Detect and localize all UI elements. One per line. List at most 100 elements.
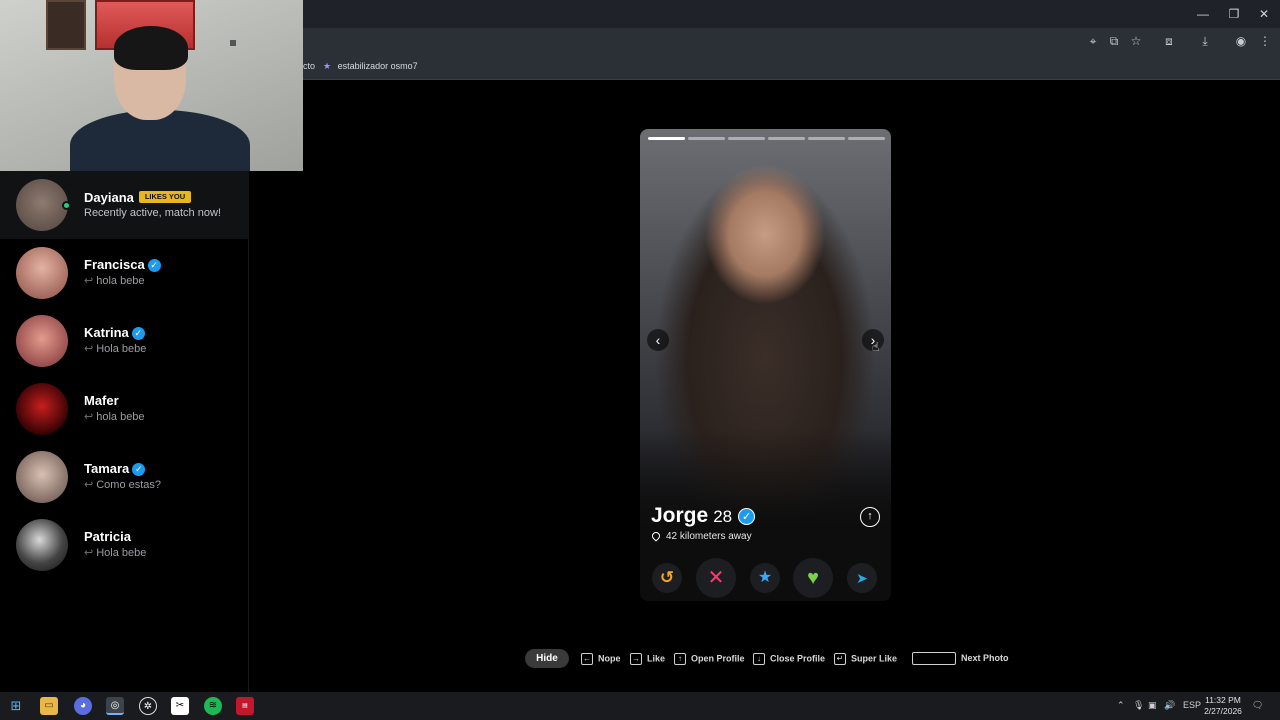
match-name: Katrina bbox=[84, 325, 129, 340]
reply-icon: ↩ bbox=[84, 275, 94, 287]
download-icon[interactable]: ⤓ bbox=[1197, 33, 1213, 49]
minimize-icon[interactable]: — bbox=[1194, 5, 1212, 23]
windows-taskbar bbox=[0, 692, 1280, 720]
language-indicator[interactable]: ESP bbox=[1183, 700, 1201, 710]
webcam-overlay bbox=[0, 0, 303, 171]
up-arrow-key-icon: ↑ bbox=[674, 653, 686, 665]
match-last-message: ↩ Como estas? bbox=[84, 478, 161, 491]
match-name-row: Katrina ✓ bbox=[84, 325, 145, 341]
verified-icon: ✓ bbox=[147, 259, 161, 273]
extensions-icon[interactable]: ⧈ bbox=[1161, 33, 1177, 49]
boost-button[interactable]: ➤ bbox=[847, 563, 877, 593]
microphone-icon[interactable]: 🎙 bbox=[1133, 700, 1144, 711]
verified-icon: ✓ bbox=[131, 327, 145, 341]
reply-icon: ↩ bbox=[84, 411, 94, 423]
nope-icon: ✕ bbox=[707, 567, 725, 589]
nope-button[interactable]: ✕ bbox=[696, 558, 736, 598]
match-item-katrina[interactable]: Katrina ✓ ↩ Hola bebe bbox=[0, 307, 249, 375]
match-item-patricia[interactable]: Patricia ↩ Hola bebe bbox=[0, 511, 249, 579]
avatar bbox=[16, 519, 68, 571]
windows-start-icon[interactable]: ⊞ bbox=[7, 697, 25, 715]
hide-shortcuts-button[interactable]: Hide bbox=[525, 649, 569, 668]
like-button[interactable]: ♥ bbox=[793, 558, 833, 598]
notifications-icon[interactable]: 🗨 bbox=[1252, 700, 1263, 711]
left-arrow-key-icon: ← bbox=[581, 653, 593, 665]
enter-key-icon: ↵ bbox=[834, 653, 846, 665]
tray-chevron-icon[interactable]: ⌃ bbox=[1117, 700, 1125, 711]
clock-time: 11:32 PM bbox=[1205, 695, 1241, 705]
shortcut-label: Like bbox=[647, 653, 666, 664]
open-profile-button[interactable]: ↑ bbox=[860, 507, 880, 527]
send-icon: ➤ bbox=[856, 570, 868, 586]
match-item-dayiana[interactable]: Dayiana LIKES YOU Recently active, match… bbox=[0, 171, 249, 239]
bookmark-item[interactable]: ★ estabilizador osmo7 bbox=[323, 61, 418, 72]
match-name-row: Tamara ✓ bbox=[84, 461, 146, 477]
rewind-button[interactable]: ↺ bbox=[652, 563, 682, 593]
voicemeeter-icon[interactable]: ▤ bbox=[236, 697, 254, 715]
mouse-cursor-icon: ☝ bbox=[872, 340, 880, 354]
network-icon[interactable]: ▣ bbox=[1148, 700, 1157, 711]
person-hair bbox=[114, 26, 188, 70]
reply-icon: ↩ bbox=[84, 547, 94, 559]
avatar bbox=[16, 179, 68, 231]
menu-icon[interactable]: ⋮ bbox=[1257, 33, 1273, 49]
shortcut-label: Nope bbox=[598, 653, 621, 664]
capcut-icon[interactable]: ✂ bbox=[171, 697, 189, 715]
match-name: Francisca bbox=[84, 257, 145, 272]
shortcut-label: Close Profile bbox=[770, 653, 826, 664]
photo-progress-segment bbox=[688, 137, 725, 140]
install-icon[interactable]: ⧉ bbox=[1106, 33, 1122, 49]
shortcut-close-profile: ↓ Close Profile bbox=[753, 653, 825, 665]
location-pin-icon bbox=[650, 530, 662, 543]
discord-icon[interactable]: ◕ bbox=[74, 697, 92, 715]
chrome-icon[interactable]: ◎ bbox=[106, 697, 124, 715]
shortcut-like: → Like bbox=[630, 653, 665, 665]
distance-text: 42 kilometers away bbox=[666, 531, 752, 542]
down-arrow-key-icon: ↓ bbox=[753, 653, 765, 665]
photo-progress-segment bbox=[768, 137, 805, 140]
match-last-message: ↩ hola bebe bbox=[84, 410, 145, 423]
photo-progress-segment bbox=[808, 137, 845, 140]
close-icon[interactable]: ✕ bbox=[1255, 5, 1273, 23]
match-item-francisca[interactable]: Francisca ✓ ↩ hola bebe bbox=[0, 239, 249, 307]
system-clock[interactable]: 11:32 PM 2/27/2026 bbox=[1200, 695, 1246, 717]
message-text: Hola bebe bbox=[96, 547, 147, 559]
profile-distance: 42 kilometers away bbox=[650, 530, 752, 543]
space-key-icon bbox=[912, 652, 956, 665]
shortcut-open-profile: ↑ Open Profile bbox=[674, 653, 745, 665]
shortcut-nope: ← Nope bbox=[581, 653, 621, 665]
previous-photo-icon[interactable]: ‹ bbox=[647, 329, 669, 351]
match-item-tamara[interactable]: Tamara ✓ ↩ Como estas? bbox=[0, 443, 249, 511]
match-name: Patricia bbox=[84, 529, 131, 544]
shortcut-super-like: ↵ Super Like bbox=[834, 653, 897, 665]
heart-icon: ♥ bbox=[807, 567, 819, 589]
profile-avatar-icon[interactable]: ◉ bbox=[1233, 33, 1249, 49]
reply-icon: ↩ bbox=[84, 479, 94, 491]
match-last-message: ↩ Hola bebe bbox=[84, 546, 146, 559]
profile-name: Jorge bbox=[651, 504, 709, 527]
verified-icon: ✓ bbox=[132, 463, 146, 477]
super-like-button[interactable]: ★ bbox=[750, 563, 780, 593]
bookmark-star-icon[interactable]: ☆ bbox=[1128, 33, 1144, 49]
restore-icon[interactable]: ❐ bbox=[1225, 5, 1243, 23]
spotify-icon[interactable]: ≋ bbox=[204, 697, 222, 715]
verified-icon: ✓ bbox=[738, 507, 756, 525]
match-subtext: Recently active, match now! bbox=[84, 207, 221, 219]
match-last-message: ↩ Hola bebe bbox=[84, 342, 146, 355]
file-explorer-icon[interactable]: ▭ bbox=[40, 697, 58, 715]
message-text: hola bebe bbox=[96, 411, 145, 423]
chatgpt-icon[interactable]: ✲ bbox=[139, 697, 157, 715]
profile-card[interactable]: ‹ › Jorge 28 ✓ ↑ 42 kilometers away ↺ ✕ ★ … bbox=[640, 129, 891, 601]
bookmark-partial[interactable]: cto bbox=[303, 61, 315, 71]
photo-progress-segment bbox=[848, 137, 885, 140]
reply-icon: ↩ bbox=[84, 343, 94, 355]
location-icon[interactable]: ⌖ bbox=[1085, 33, 1101, 49]
photo-progress-segment bbox=[648, 137, 685, 140]
match-last-message: ↩ hola bebe bbox=[84, 274, 145, 287]
message-text: Hola bebe bbox=[96, 343, 147, 355]
right-arrow-key-icon: → bbox=[630, 653, 642, 665]
wall-detail bbox=[230, 40, 236, 46]
match-name: Mafer bbox=[84, 393, 119, 408]
match-item-mafer[interactable]: Mafer ↩ hola bebe bbox=[0, 375, 249, 443]
volume-icon[interactable]: 🔊 bbox=[1164, 700, 1175, 711]
